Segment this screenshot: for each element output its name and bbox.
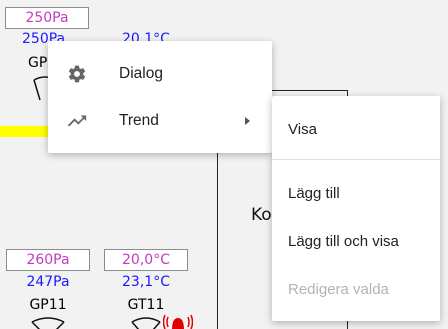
menu-item-dialog-label: Dialog [119,65,163,82]
submenu-item-lagg-till[interactable]: Lägg till [272,173,440,213]
submenu-item-redigera-valda: Redigera valda [288,280,389,298]
menu-item-trend-label: Trend [119,112,159,129]
gear-icon [66,63,88,85]
tag-label-gp11: GP11 [29,297,67,313]
submenu-item-visa[interactable]: Visa [272,109,440,149]
menu-item-trend[interactable]: Trend [48,97,272,145]
setpoint-temperature-gt11[interactable]: 20,0°C [104,249,188,271]
setpoint-pressure-top[interactable]: 250Pa [5,7,89,29]
trend-submenu: Visa Lägg till Lägg till och visa Redige… [272,96,440,321]
setpoint-pressure-gp11[interactable]: 260Pa [6,249,90,271]
unit-label: Ko [251,205,272,225]
temperature-value-gt11: 23,1°C [122,274,170,290]
menu-item-dialog[interactable]: Dialog [48,50,272,98]
submenu-arrow-icon [245,117,250,125]
pressure-sensor-icon-gp11[interactable] [28,316,68,329]
alarm-bell-icon[interactable] [163,312,193,329]
scada-view: 250Pa 250Pa 20,1°C GP Ko 260Pa 247Pa GP1… [0,0,448,329]
trend-icon [66,110,88,132]
submenu-item-lagg-till-och-visa[interactable]: Lägg till och visa [272,221,440,261]
pipe-segment [0,126,55,137]
tag-label-gt11: GT11 [127,297,165,313]
submenu-divider [272,159,440,160]
pressure-value-gp11: 247Pa [26,274,70,290]
context-menu: Dialog Trend [48,41,272,153]
temperature-sensor-icon-gt11[interactable] [128,316,164,329]
